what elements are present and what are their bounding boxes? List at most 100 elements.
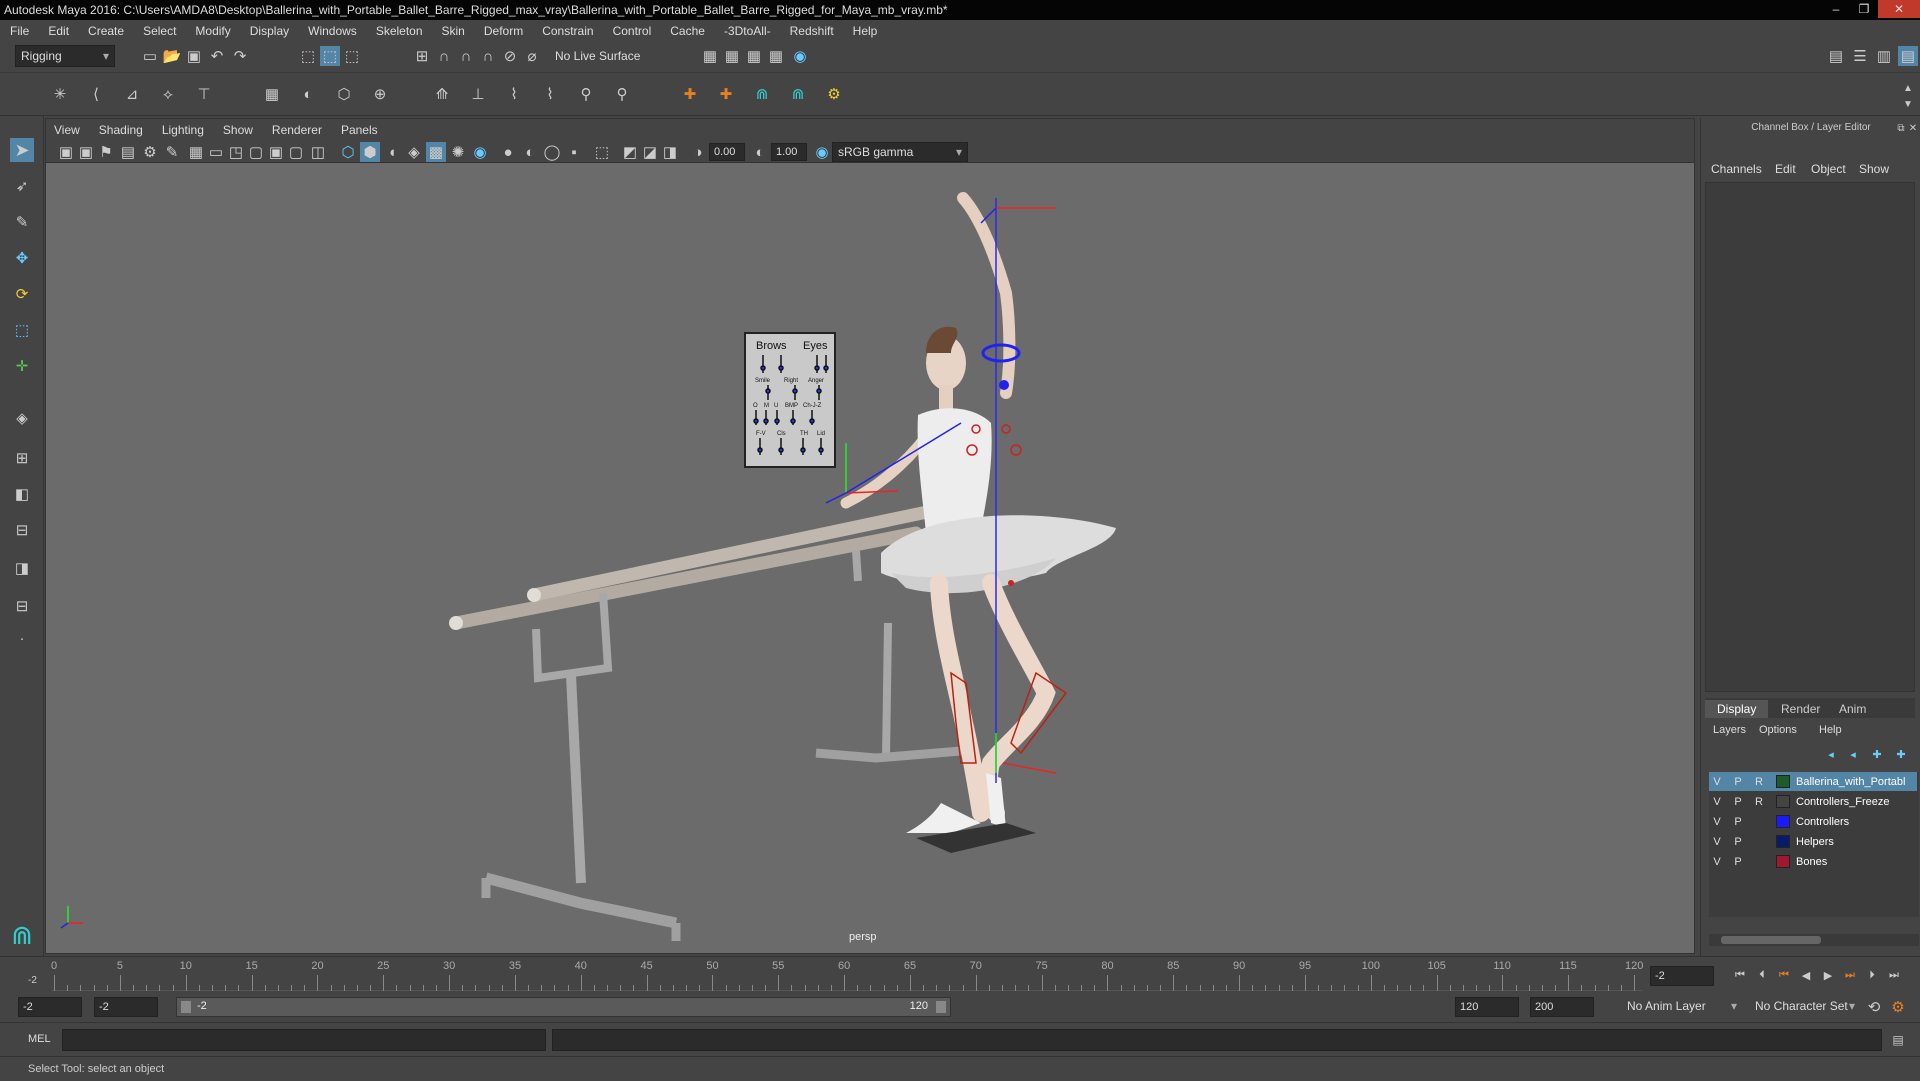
menu-cache[interactable]: Cache [670, 24, 705, 38]
playback-start-field[interactable]: -2 [94, 997, 158, 1017]
anim-layer-dropdown[interactable]: No Anim Layer [1622, 996, 1742, 1018]
new-empty-layer-icon[interactable]: ✚ [1867, 744, 1887, 764]
ambient-occlusion-icon[interactable]: ● [498, 142, 518, 162]
use-default-material-icon[interactable]: ◖ [382, 142, 402, 162]
snap-surface-icon[interactable]: ⊘ [500, 46, 520, 66]
step-back-frame-icon[interactable]: ⏴ [1752, 965, 1772, 985]
tab-anim[interactable]: Anim [1827, 700, 1878, 718]
menu-skin[interactable]: Skin [442, 24, 465, 38]
smooth-shade-icon[interactable]: ⬢ [360, 142, 380, 162]
motion-blur-icon[interactable]: ◐ [520, 142, 540, 162]
layer-color-swatch[interactable] [1776, 815, 1790, 828]
bookmark-icon[interactable]: ⚑ [96, 142, 116, 162]
isolate-select-icon[interactable]: ⬚ [592, 142, 612, 162]
render-settings-icon[interactable]: ▦ [766, 46, 786, 66]
paint-weights-icon[interactable]: ⌇ [504, 84, 524, 104]
command-input[interactable] [62, 1029, 546, 1051]
joint-tool-icon[interactable]: ✳ [50, 84, 70, 104]
menu-edit[interactable]: Edit [48, 24, 69, 38]
time-ruler[interactable]: 0 5 10 15 20 25 30 35 40 45 50 55 60 65 70 75 80 85 90 95 10… [51, 957, 1643, 991]
vp-menu-shading[interactable]: Shading [99, 123, 143, 137]
animation-preferences-icon[interactable]: ⚙ [1888, 997, 1908, 1017]
tool-settings-toggle-icon[interactable]: ☰ [1850, 46, 1870, 66]
layer-color-swatch[interactable] [1776, 835, 1790, 848]
camera-attributes-icon[interactable]: ⚙ [140, 142, 160, 162]
layer-color-swatch[interactable] [1776, 795, 1790, 808]
new-scene-icon[interactable]: ▭ [140, 46, 160, 66]
depth-of-field-icon[interactable]: ▪ [564, 142, 584, 162]
camera-select-icon[interactable]: ▣ [56, 142, 76, 162]
menu-3dtoall[interactable]: -3DtoAll- [724, 24, 771, 38]
go-to-end-icon[interactable]: ⏭ [1884, 965, 1904, 985]
scrollbar-thumb[interactable] [1721, 936, 1821, 944]
grease-pencil-icon[interactable]: ✎ [162, 142, 182, 162]
move-tool-icon[interactable]: ✥ [10, 246, 34, 270]
playback-end-field[interactable]: 120 [1455, 997, 1519, 1017]
select-object-icon[interactable]: ⬚ [320, 46, 340, 66]
bind-skin-icon[interactable]: ⟰ [432, 84, 452, 104]
color-management-icon[interactable]: ◉ [812, 142, 832, 162]
script-editor-icon[interactable]: ▤ [1888, 1030, 1908, 1050]
persp-outliner-layout-icon[interactable]: ◧ [10, 482, 34, 506]
layer-row[interactable]: V P R Ballerina_with_Portabl [1709, 772, 1917, 791]
insert-joint-icon[interactable]: ⟨ [86, 84, 106, 104]
xray-icon[interactable]: ◩ [620, 142, 640, 162]
textured-icon[interactable]: ▩ [426, 142, 446, 162]
grid-toggle-icon[interactable]: ▦ [186, 142, 206, 162]
layer-row[interactable]: V P R Controllers_Freeze [1709, 792, 1917, 811]
snap-live-icon[interactable]: ⌀ [522, 46, 542, 66]
vp-menu-view[interactable]: View [54, 123, 80, 137]
mirror-weights-icon[interactable]: ⌇ [540, 84, 560, 104]
ik-handle-icon[interactable]: ⊿ [122, 84, 142, 104]
channel-box-toggle-icon[interactable]: ▤ [1898, 46, 1918, 66]
modeling-toolkit-toggle-icon[interactable]: ▥ [1874, 46, 1894, 66]
menu-select[interactable]: Select [143, 24, 176, 38]
safe-title-icon[interactable]: ◫ [308, 142, 328, 162]
use-all-lights-icon[interactable]: ✺ [448, 142, 468, 162]
menu-skeleton[interactable]: Skeleton [376, 24, 423, 38]
range-slider[interactable]: -2 120 [176, 997, 951, 1017]
vp-menu-lighting[interactable]: Lighting [162, 123, 204, 137]
layer-row[interactable]: V P Helpers [1709, 832, 1917, 851]
resolution-gate-icon[interactable]: ◳ [226, 142, 246, 162]
step-forward-frame-icon[interactable]: ⏵ [1862, 965, 1882, 985]
minimize-button[interactable]: – [1822, 0, 1850, 18]
step-back-key-icon[interactable]: ⏮ [1774, 965, 1794, 985]
safe-action-icon[interactable]: ▢ [286, 142, 306, 162]
gate-mask-icon[interactable]: ▢ [246, 142, 266, 162]
gamma-field[interactable]: 1.00 [771, 143, 807, 161]
layer-playback-toggle[interactable]: P [1730, 816, 1746, 828]
cluster-icon[interactable]: ◐ [298, 84, 318, 104]
maximize-button[interactable]: ❐ [1850, 0, 1878, 18]
layer-visible-toggle[interactable]: V [1709, 796, 1725, 808]
menu-deform[interactable]: Deform [484, 24, 523, 38]
layer-row[interactable]: V P Controllers [1709, 812, 1917, 831]
live-surface-label[interactable]: No Live Surface [555, 49, 640, 63]
layer-playback-toggle[interactable]: P [1730, 776, 1746, 788]
command-language-label[interactable]: MEL [28, 1033, 51, 1045]
ik-spline-icon[interactable]: ⟡ [158, 84, 178, 104]
layer-horizontal-scrollbar[interactable] [1709, 934, 1919, 946]
range-slider-end-handle[interactable] [936, 1001, 946, 1013]
menu-constrain[interactable]: Constrain [542, 24, 593, 38]
anti-aliasing-icon[interactable]: ◯ [542, 142, 562, 162]
close-panel-icon[interactable]: ✕ [1903, 118, 1920, 138]
film-gate-icon[interactable]: ▭ [206, 142, 226, 162]
layout-extra-icon[interactable]: · [10, 626, 34, 650]
cb-menu-show[interactable]: Show [1859, 162, 1889, 176]
snap-point-icon[interactable]: ∩ [456, 46, 476, 66]
character-set-dropdown[interactable]: No Character Set [1750, 996, 1860, 1018]
snap-curve-icon[interactable]: ∩ [434, 46, 454, 66]
cb-menu-object[interactable]: Object [1811, 162, 1846, 176]
lattice-icon[interactable]: ▦ [262, 84, 282, 104]
snap-view-icon[interactable]: ∩ [478, 46, 498, 66]
cb-menu-channels[interactable]: Channels [1711, 162, 1762, 176]
layer-playback-toggle[interactable]: P [1730, 836, 1746, 848]
menu-windows[interactable]: Windows [308, 24, 357, 38]
camera-lock-icon[interactable]: ▣ [76, 142, 96, 162]
play-backwards-icon[interactable]: ◀ [1796, 965, 1816, 985]
exposure-icon[interactable]: ◑ [688, 142, 708, 162]
copy-weights-icon[interactable]: ⚲ [576, 84, 596, 104]
layer-visible-toggle[interactable]: V [1709, 776, 1725, 788]
tab-display[interactable]: Display [1705, 700, 1769, 718]
